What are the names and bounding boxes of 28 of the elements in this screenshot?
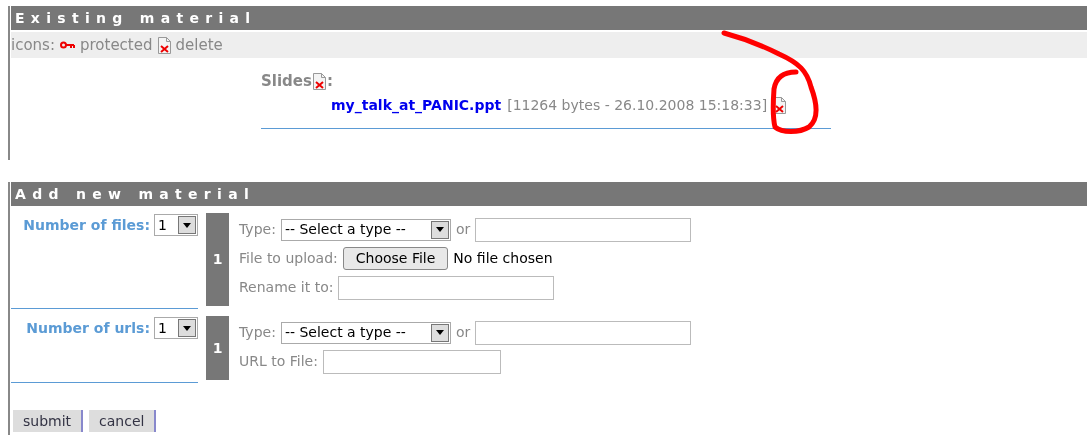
entry-number: 1 <box>206 316 229 380</box>
field-label: URL to File: <box>239 352 318 371</box>
legend-text: protected <box>79 34 153 56</box>
or-text: or <box>455 220 471 239</box>
group-label: Slides <box>261 71 312 92</box>
form-button[interactable]: cancel <box>89 410 157 432</box>
field-label: Rename it to: <box>239 278 334 297</box>
choose-file-button[interactable]: Choose File <box>342 247 449 270</box>
count-label: Number of urls: <box>26 319 150 338</box>
file-info: [11264 bytes - 26.10.2008 15:18:33] <box>507 95 768 115</box>
legend-label: icons: <box>11 34 55 56</box>
file-status: No file chosen <box>453 249 553 268</box>
entry-number: 1 <box>206 213 229 306</box>
select-dropdown[interactable]: 1 <box>154 214 198 236</box>
count-label: Number of files: <box>23 216 150 235</box>
colon-text: : <box>326 71 333 92</box>
section-title: Add new material <box>15 184 255 204</box>
select-dropdown[interactable]: 1 <box>154 317 198 339</box>
file-link[interactable]: my_talk_at_PANIC.ppt <box>331 94 502 116</box>
field-label: Type: <box>239 323 276 342</box>
select-dropdown[interactable]: -- Select a type -- <box>280 218 451 241</box>
field-label: File to upload: <box>239 249 338 268</box>
legend-text: delete <box>175 34 223 56</box>
field-label: Type: <box>239 220 276 239</box>
or-text: or <box>455 323 471 342</box>
section-title: Existing material <box>15 8 257 28</box>
form-button[interactable]: submit <box>13 410 84 432</box>
select-dropdown[interactable]: -- Select a type -- <box>280 321 451 344</box>
